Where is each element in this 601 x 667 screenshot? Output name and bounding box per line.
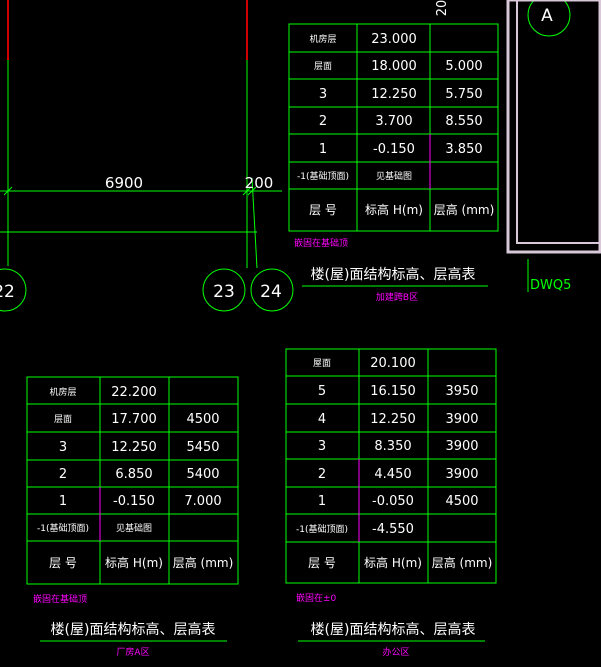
table-b-header: 标高 H(m) bbox=[365, 202, 423, 217]
table-b-title: 楼(屋)面结构标高、层高表 bbox=[311, 266, 476, 283]
table-b: 机房层 23.000 层面 18.000 5.000 3 12.250 5.75… bbox=[288, 23, 499, 232]
table-b-cell: 5.750 bbox=[445, 87, 482, 102]
table-a-cell: -0.150 bbox=[113, 494, 155, 509]
table-b-cell: -0.150 bbox=[373, 142, 415, 157]
table-a-cell: 17.700 bbox=[111, 412, 157, 427]
table-c-title: 楼(屋)面结构标高、层高表 bbox=[311, 621, 476, 638]
grid-lines bbox=[0, 0, 282, 269]
table-a-cell: -1(基础顶面) bbox=[37, 522, 89, 534]
table-a-cell: 3 bbox=[59, 440, 67, 455]
table-c: 屋面 20.100 5 16.150 3950 4 12.250 3900 3 … bbox=[285, 348, 497, 584]
table-b-cell: 3.850 bbox=[445, 142, 482, 157]
table-c-cell: 2 bbox=[318, 467, 326, 482]
table-c-cell: -0.050 bbox=[372, 494, 414, 509]
table-b-cell: 机房层 bbox=[309, 33, 336, 45]
table-b-cell: 18.000 bbox=[371, 59, 417, 74]
axis-label-24: 24 bbox=[260, 282, 282, 302]
table-a: 机房层 22.200 层面 17.700 4500 3 12.250 5450 … bbox=[26, 376, 239, 585]
table-c-cell: 12.250 bbox=[370, 412, 416, 427]
table-a-cell: 机房层 bbox=[49, 386, 76, 398]
table-c-cell: 20.100 bbox=[370, 356, 416, 371]
table-a-cell: 5400 bbox=[186, 467, 219, 482]
table-a-header: 层 号 bbox=[49, 556, 77, 570]
table-a-cell: 1 bbox=[59, 494, 67, 509]
table-a-cell: 12.250 bbox=[111, 440, 157, 455]
table-c-header: 层 号 bbox=[308, 556, 336, 570]
table-b-cell: 2 bbox=[319, 114, 327, 129]
table-c-note: 嵌固在±0 bbox=[296, 592, 337, 604]
table-b-cell: -1(基础顶面) bbox=[297, 170, 349, 182]
table-b-cell: 3.700 bbox=[375, 114, 412, 129]
table-c-cell: -1(基础顶面) bbox=[296, 523, 348, 535]
table-a-title: 楼(屋)面结构标高、层高表 bbox=[51, 621, 216, 638]
table-a-cell: 见基础图 bbox=[116, 522, 152, 534]
table-a-note: 嵌固在基础顶 bbox=[33, 593, 87, 605]
table-c-cell: -4.550 bbox=[372, 522, 414, 537]
side-label-dwq5: DWQ5 bbox=[530, 278, 571, 293]
cad-drawing: 6900 200 22 23 24 A 20 DWQ5 机房层 23.000 层… bbox=[0, 0, 601, 658]
table-c-cell: 屋面 bbox=[313, 358, 331, 369]
table-b-subtitle: 加建跨B区 bbox=[376, 291, 418, 303]
table-c-cell: 3900 bbox=[445, 412, 478, 427]
table-c-cell: 4 bbox=[318, 412, 326, 427]
table-a-cell: 2 bbox=[59, 467, 67, 482]
axis-label-22: 22 bbox=[0, 282, 15, 302]
table-b-cell: 层面 bbox=[314, 61, 332, 72]
table-b-note: 嵌固在基础顶 bbox=[294, 237, 348, 249]
table-b-header: 层 号 bbox=[309, 203, 337, 217]
table-b-cell: 12.250 bbox=[371, 87, 417, 102]
table-c-cell: 16.150 bbox=[370, 384, 416, 399]
table-c-cell: 8.350 bbox=[374, 439, 411, 454]
table-b-cell: 8.550 bbox=[445, 114, 482, 129]
table-a-cell: 4500 bbox=[186, 412, 219, 427]
table-c-cell: 3950 bbox=[445, 384, 478, 399]
dimension-label-200: 200 bbox=[245, 174, 274, 192]
table-c-cell: 4.450 bbox=[374, 467, 411, 482]
table-c-cell: 3900 bbox=[445, 467, 478, 482]
table-c-header: 层高 (mm) bbox=[432, 555, 493, 570]
table-c-cell: 4500 bbox=[445, 494, 478, 509]
wall-inner bbox=[516, 0, 601, 244]
wall-outer bbox=[506, 0, 601, 254]
table-c-cell: 3900 bbox=[445, 439, 478, 454]
table-c-cell: 5 bbox=[318, 384, 326, 399]
table-b-cell: 5.000 bbox=[445, 59, 482, 74]
table-b-cell: 1 bbox=[319, 142, 327, 157]
table-c-cell: 3 bbox=[318, 439, 326, 454]
table-a-header: 标高 H(m) bbox=[105, 555, 163, 570]
axis-bubbles: 22 23 24 A bbox=[0, 0, 571, 312]
table-a-cell: 层面 bbox=[54, 414, 72, 425]
table-a-cell: 6.850 bbox=[115, 467, 152, 482]
table-a-header: 层高 (mm) bbox=[173, 555, 234, 570]
table-b-cell: 3 bbox=[319, 87, 327, 102]
table-c-subtitle: 办公区 bbox=[382, 646, 409, 658]
table-a-subtitle: 厂房A区 bbox=[116, 646, 149, 658]
table-a-cell: 5450 bbox=[186, 440, 219, 455]
table-b-header: 层高 (mm) bbox=[434, 202, 495, 217]
table-c-cell: 1 bbox=[318, 494, 326, 509]
dimension-label-6900: 6900 bbox=[105, 174, 143, 192]
top-dimension-label: 20 bbox=[435, 0, 450, 16]
table-b-cell: 见基础图 bbox=[376, 170, 412, 182]
axis-label-23: 23 bbox=[213, 282, 235, 302]
table-a-cell: 22.200 bbox=[111, 385, 157, 400]
wall-outline bbox=[506, 0, 601, 254]
table-b-cell: 23.000 bbox=[371, 32, 417, 47]
table-c-header: 标高 H(m) bbox=[364, 555, 422, 570]
table-a-cell: 7.000 bbox=[184, 494, 221, 509]
axis-label-A: A bbox=[541, 6, 553, 26]
